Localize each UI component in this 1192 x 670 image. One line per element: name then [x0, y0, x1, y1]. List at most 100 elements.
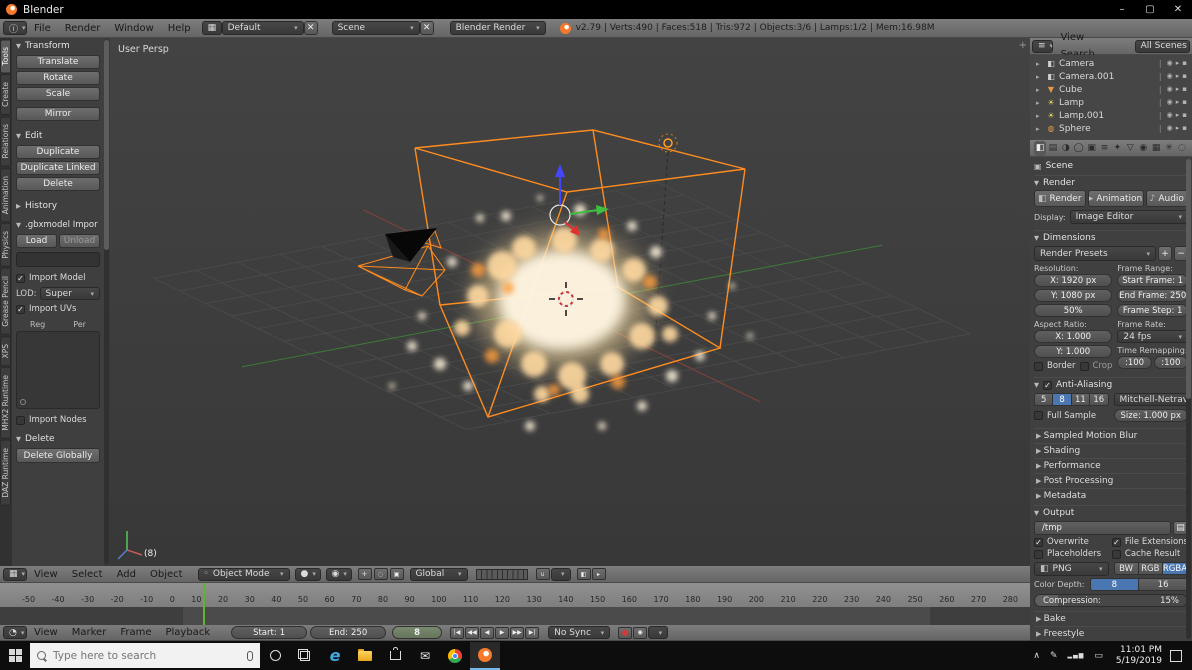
viewport-menu-item[interactable]: View [27, 566, 65, 583]
start-frame-field[interactable]: Start:1 [231, 626, 307, 639]
toolshelf-tab[interactable]: Tools [0, 39, 11, 73]
collapsed-panel-header[interactable]: Post Processing [1034, 473, 1188, 488]
delete-globally-button[interactable]: Delete Globally [16, 448, 100, 463]
outliner-item-lamp[interactable]: ▸☀ Lamp ◉▸▪ [1030, 96, 1192, 109]
render-restrict-icon[interactable]: ▪ [1182, 85, 1187, 94]
properties-tab-icon[interactable]: ≡ [1099, 141, 1111, 156]
toolshelf-tab[interactable]: DAZ Runtime [0, 440, 11, 506]
toolshelf-tab[interactable]: Relations [0, 116, 11, 166]
hidden-icons-caret[interactable]: ∧ [1033, 651, 1040, 661]
unload-button[interactable]: Unload [59, 234, 100, 248]
mail-icon[interactable]: ✉ [410, 642, 440, 670]
antialiasing-panel-header[interactable]: Anti-Aliasing [1034, 377, 1188, 390]
edit-panel-header[interactable]: Edit [16, 131, 100, 141]
file-explorer-icon[interactable] [350, 642, 380, 670]
render-panel-header[interactable]: Render [1034, 175, 1188, 188]
scene-close-button[interactable]: ✕ [420, 21, 434, 35]
duplicate-button[interactable]: Duplicate [16, 145, 100, 159]
duplicate-linked-button[interactable]: Duplicate Linked [16, 161, 100, 175]
properties-tab-icon[interactable]: ▽ [1124, 141, 1136, 156]
cone-object[interactable] [385, 228, 437, 262]
color-mode-bw[interactable]: BW [1114, 562, 1139, 575]
resolution-percentage-field[interactable]: 50% [1034, 304, 1112, 317]
overwrite-checkbox[interactable] [1034, 538, 1043, 547]
toolshelf-tab[interactable]: Grease Pencil [0, 268, 11, 335]
selectable-icon[interactable]: ▸ [1176, 111, 1180, 120]
eye-icon[interactable]: ◉ [1167, 59, 1173, 68]
properties-tab-icon[interactable]: ◧ [1034, 141, 1046, 156]
render-restrict-icon[interactable]: ▪ [1182, 111, 1187, 120]
border-checkbox[interactable] [1034, 362, 1043, 371]
collapsed-panel-header[interactable]: Sampled Motion Blur [1034, 428, 1188, 443]
timeline-menu-item[interactable]: View [27, 624, 65, 641]
render-restrict-icon[interactable]: ▪ [1182, 124, 1187, 133]
dimensions-panel-header[interactable]: Dimensions [1034, 230, 1188, 243]
end-frame-field[interactable]: End:250 [310, 626, 386, 639]
info-menu-item[interactable]: Help [161, 20, 198, 37]
load-button[interactable]: Load [16, 234, 57, 248]
delete-panel-header[interactable]: Delete [16, 434, 100, 444]
viewport-menu-item[interactable]: Object [143, 566, 190, 583]
edge-icon[interactable]: e [320, 642, 350, 670]
color-mode-rgb[interactable]: RGB [1139, 562, 1163, 575]
microphone-icon[interactable] [247, 651, 253, 661]
scene-select[interactable]: Scene▾ [332, 21, 420, 35]
color-mode-rgba[interactable]: RGBA [1163, 562, 1188, 575]
pivot-select[interactable]: ◉▾ [326, 568, 352, 581]
render-audio-button[interactable]: ♪Audio [1146, 190, 1189, 207]
timeline-ruler[interactable]: -50-40-30-20-100102030405060708090100110… [0, 583, 1030, 607]
scale-button[interactable]: Scale [16, 87, 100, 101]
transport-button[interactable]: ▶▶ [510, 627, 524, 639]
shader-list-box[interactable] [16, 331, 100, 409]
aspect-x-field[interactable]: X: 1.000 [1034, 330, 1112, 343]
display-select[interactable]: Image Editor▾ [1070, 210, 1188, 224]
start-button[interactable] [0, 642, 30, 670]
properties-tab-icon[interactable]: ▦ [1150, 141, 1162, 156]
outliner-scope-select[interactable]: All Scenes▾ [1135, 40, 1190, 53]
eye-icon[interactable]: ◉ [1167, 98, 1173, 107]
info-menu-item[interactable]: File [27, 20, 58, 37]
frame-step-field[interactable]: Frame Step: 1 [1117, 304, 1188, 317]
outliner-item-sphere[interactable]: ▸◍ Sphere ◉▸▪ [1030, 122, 1192, 135]
aa-samples-segment[interactable]: 5 8 11 16 [1034, 393, 1109, 406]
record-button[interactable]: ● [618, 627, 632, 639]
outliner-item-cube[interactable]: ▸▼ Cube ◉▸▪ [1030, 83, 1192, 96]
viewport-menu-item[interactable]: Select [65, 566, 110, 583]
gbxmodel-panel-header[interactable]: .gbxmodel Impor [16, 220, 100, 230]
lod-select[interactable]: Super▾ [40, 287, 100, 300]
battery-icon[interactable]: ▭ [1094, 651, 1103, 661]
transport-button[interactable]: ◀◀ [465, 627, 479, 639]
transport-button[interactable]: ▶ [495, 627, 509, 639]
layers-widget[interactable] [476, 569, 528, 580]
antialiasing-checkbox[interactable] [1043, 381, 1052, 390]
current-frame-marker[interactable] [203, 583, 205, 625]
properties-tab-icon[interactable]: ◌ [1176, 141, 1188, 156]
opengl-render-icon[interactable]: ◧ [577, 568, 591, 580]
aa-filter-select[interactable]: Mitchell-Netravali▾ [1114, 393, 1189, 406]
task-view-icon[interactable] [290, 642, 320, 670]
blender-taskbar-icon[interactable] [470, 642, 500, 670]
current-frame-field[interactable]: 8 [392, 626, 442, 639]
aa-samples-5[interactable]: 5 [1034, 393, 1053, 406]
viewport-shading-select[interactable]: ●▾ [295, 568, 321, 581]
toolshelf-tab[interactable]: XPS [0, 336, 11, 366]
outliner-editor-type-button[interactable]: ≡▾ [1032, 40, 1053, 53]
mirror-button[interactable]: Mirror [16, 107, 100, 121]
screen-layout-icon-button[interactable]: ▦ [202, 21, 222, 35]
properties-tab-icon[interactable]: ✳ [1163, 141, 1175, 156]
render-button[interactable]: ◧Render [1034, 190, 1086, 207]
crop-checkbox[interactable] [1080, 362, 1089, 371]
eye-icon[interactable]: ◉ [1167, 72, 1173, 81]
toolshelf-tab[interactable]: Create [0, 74, 11, 115]
transport-button[interactable]: ▶| [525, 627, 539, 639]
compression-slider[interactable]: Compression: 15% [1034, 594, 1188, 607]
properties-tab-icon[interactable]: ✦ [1111, 141, 1123, 156]
sync-select[interactable]: No Sync▾ [548, 626, 610, 639]
keying-set-icon[interactable]: ◉ [633, 627, 647, 639]
import-nodes-checkbox[interactable] [16, 416, 25, 425]
collapsed-panel-header[interactable]: Metadata [1034, 488, 1188, 503]
close-button[interactable]: ✕ [1164, 0, 1192, 19]
translate-button[interactable]: Translate [16, 55, 100, 69]
history-panel-header[interactable]: History [16, 201, 100, 211]
clock[interactable]: 11:01 PM 5/19/2019 [1116, 645, 1162, 667]
